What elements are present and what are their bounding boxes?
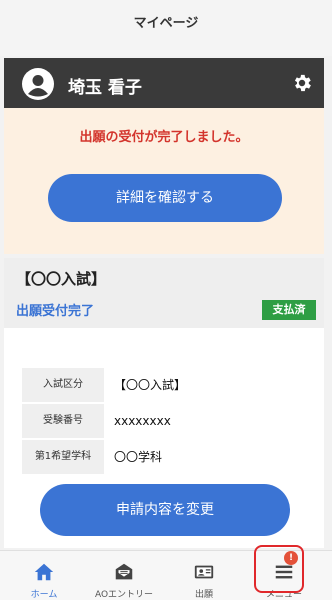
completion-notice: 出願の受付が完了しました。 詳細を確認する (4, 108, 324, 254)
info-value: xxxxxxxx (114, 414, 171, 428)
info-row-first-choice: 第1希望学科 〇〇学科 (22, 440, 302, 476)
user-avatar-icon (22, 68, 54, 100)
home-icon (34, 563, 54, 581)
application-card: 【〇〇入試】 出願受付完了 支払済 入試区分 【〇〇入試】 受験番号 xxxxx… (4, 258, 324, 548)
nav-item-ao-entry[interactable]: AOエントリー (84, 551, 164, 600)
info-value: 〇〇学科 (114, 450, 163, 464)
info-row-exam-type: 入試区分 【〇〇入試】 (22, 368, 302, 404)
info-label: 第1希望学科 (22, 440, 104, 474)
info-row-exam-number: 受験番号 xxxxxxxx (22, 404, 302, 440)
view-details-button[interactable]: 詳細を確認する (48, 174, 282, 222)
application-card-header: 【〇〇入試】 出願受付完了 支払済 (4, 258, 324, 328)
page-title: マイページ (133, 16, 199, 31)
change-application-button[interactable]: 申請内容を変更 (40, 484, 290, 536)
payment-status-badge: 支払済 (262, 300, 316, 320)
user-name: 埼玉 看子 (68, 78, 142, 98)
menu-highlight-frame (254, 545, 304, 593)
info-label: 入試区分 (22, 368, 104, 402)
nav-label: AOエントリー (94, 590, 154, 600)
nav-item-application[interactable]: 出願 (164, 551, 244, 600)
nav-label: ホーム (30, 590, 58, 600)
envelope-icon (115, 563, 133, 580)
info-value: 【〇〇入試】 (114, 378, 187, 392)
user-bar: 埼玉 看子 (4, 58, 324, 108)
completion-message: 出願の受付が完了しました。 (79, 130, 249, 145)
exam-name: 【〇〇入試】 (16, 270, 107, 288)
application-status: 出願受付完了 (16, 304, 95, 319)
nav-label: 出願 (194, 590, 213, 600)
settings-gear-icon[interactable] (291, 72, 313, 94)
nav-item-home[interactable]: ホーム (4, 551, 84, 600)
application-info-table: 入試区分 【〇〇入試】 受験番号 xxxxxxxx 第1希望学科 〇〇学科 (22, 368, 302, 476)
id-card-icon (194, 565, 214, 579)
info-label: 受験番号 (22, 404, 104, 438)
menu-notification-badge: ! (284, 551, 298, 565)
top-header: マイページ (0, 0, 332, 56)
